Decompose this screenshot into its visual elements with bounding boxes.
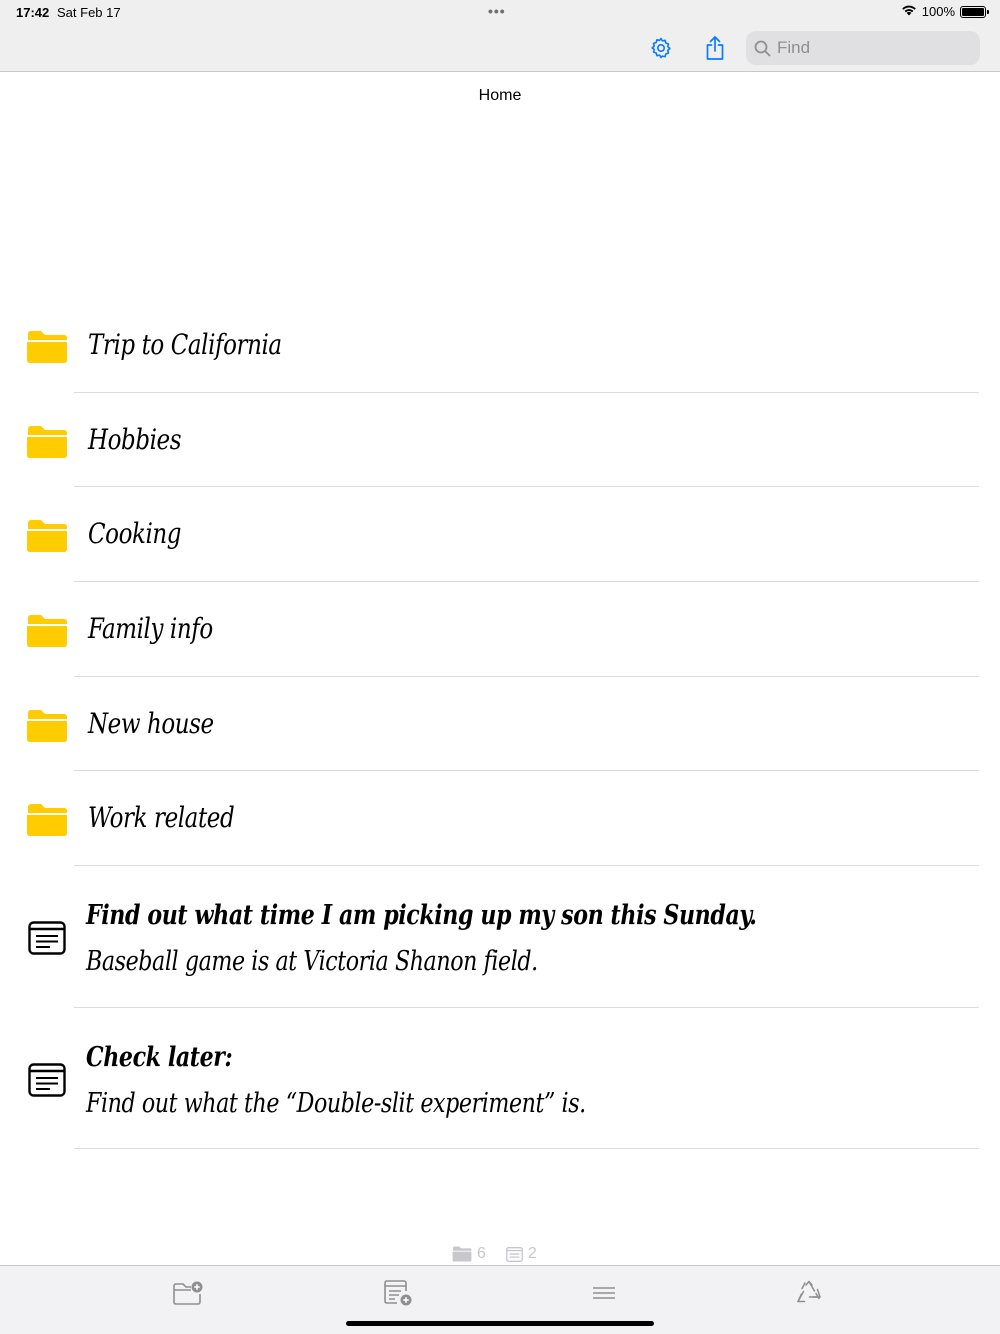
folder-icon (27, 615, 67, 648)
item-counts: 6 2 (452, 1245, 551, 1263)
toolbar (0, 24, 1000, 72)
folder-row-trip-to-california[interactable]: Trip to California (0, 298, 1000, 393)
folder-count-value: 6 (477, 1245, 486, 1262)
note-body: Find out what the “Double-slit experimen… (86, 1087, 586, 1119)
folder-icon (27, 804, 67, 837)
note-title: Find out what time I am picking up my so… (86, 900, 757, 932)
new-note-button[interactable] (381, 1278, 415, 1308)
note-title: Check later: (86, 1041, 233, 1073)
share-button[interactable] (701, 34, 729, 62)
folder-icon (27, 331, 67, 363)
folder-row-family-info[interactable]: Family info (0, 582, 1000, 677)
folder-row-new-house[interactable]: New house (0, 677, 1000, 772)
settings-button[interactable] (647, 34, 675, 62)
menu-icon (593, 1287, 615, 1299)
new-folder-button[interactable] (171, 1278, 205, 1308)
folder-label: New house (88, 706, 214, 740)
note-count: 2 (506, 1245, 537, 1263)
folder-label: Hobbies (88, 422, 182, 456)
note-icon (506, 1246, 523, 1262)
folder-row-cooking[interactable]: Cooking (0, 487, 1000, 583)
folder-icon (27, 520, 67, 553)
status-indicators: 100% (901, 4, 989, 19)
folder-icon (27, 709, 67, 742)
search-input[interactable] (777, 38, 967, 58)
new-folder-icon (173, 1281, 203, 1305)
menu-button[interactable] (587, 1278, 621, 1308)
battery-level (962, 7, 984, 16)
recycle-icon (797, 1280, 821, 1303)
page-title: Home (478, 87, 522, 104)
items-list: Trip to California Hobbies Cooking Famil… (0, 298, 1000, 1150)
note-icon (28, 1062, 66, 1097)
folder-label: Family info (88, 612, 213, 646)
row-divider (74, 1148, 979, 1150)
folder-count: 6 (452, 1245, 486, 1263)
search-field[interactable] (746, 31, 980, 65)
folder-icon (27, 425, 67, 458)
status-time: 17:42 (16, 5, 50, 20)
home-indicator[interactable] (346, 1321, 654, 1326)
note-count-value: 2 (527, 1245, 537, 1262)
folder-icon (452, 1246, 472, 1262)
note-icon (28, 921, 66, 955)
note-row[interactable]: Find out what time I am picking up my so… (0, 866, 1000, 1008)
folder-label: Trip to California (88, 328, 282, 361)
folder-row-work-related[interactable]: Work related (0, 771, 1000, 867)
search-icon (754, 40, 771, 56)
folder-label: Work related (88, 801, 235, 835)
folder-row-hobbies[interactable]: Hobbies (0, 393, 1000, 488)
status-date: Sat Feb 17 (57, 5, 121, 20)
wifi-icon (901, 4, 917, 19)
recycle-bin-button[interactable] (792, 1278, 826, 1308)
gear-icon (651, 37, 671, 59)
folder-label: Cooking (88, 517, 182, 551)
new-note-icon (384, 1280, 412, 1306)
note-body: Baseball game is at Victoria Shanon fiel… (86, 946, 538, 978)
battery-percent: 100% (921, 4, 955, 19)
multitasking-dots-icon[interactable]: ••• (488, 3, 506, 19)
share-icon (706, 36, 724, 60)
note-row[interactable]: Check later: Find out what the “Double-s… (0, 1008, 1000, 1150)
status-bar: 17:42 Sat Feb 17 ••• 100% (0, 0, 1000, 24)
battery-icon (960, 5, 989, 18)
